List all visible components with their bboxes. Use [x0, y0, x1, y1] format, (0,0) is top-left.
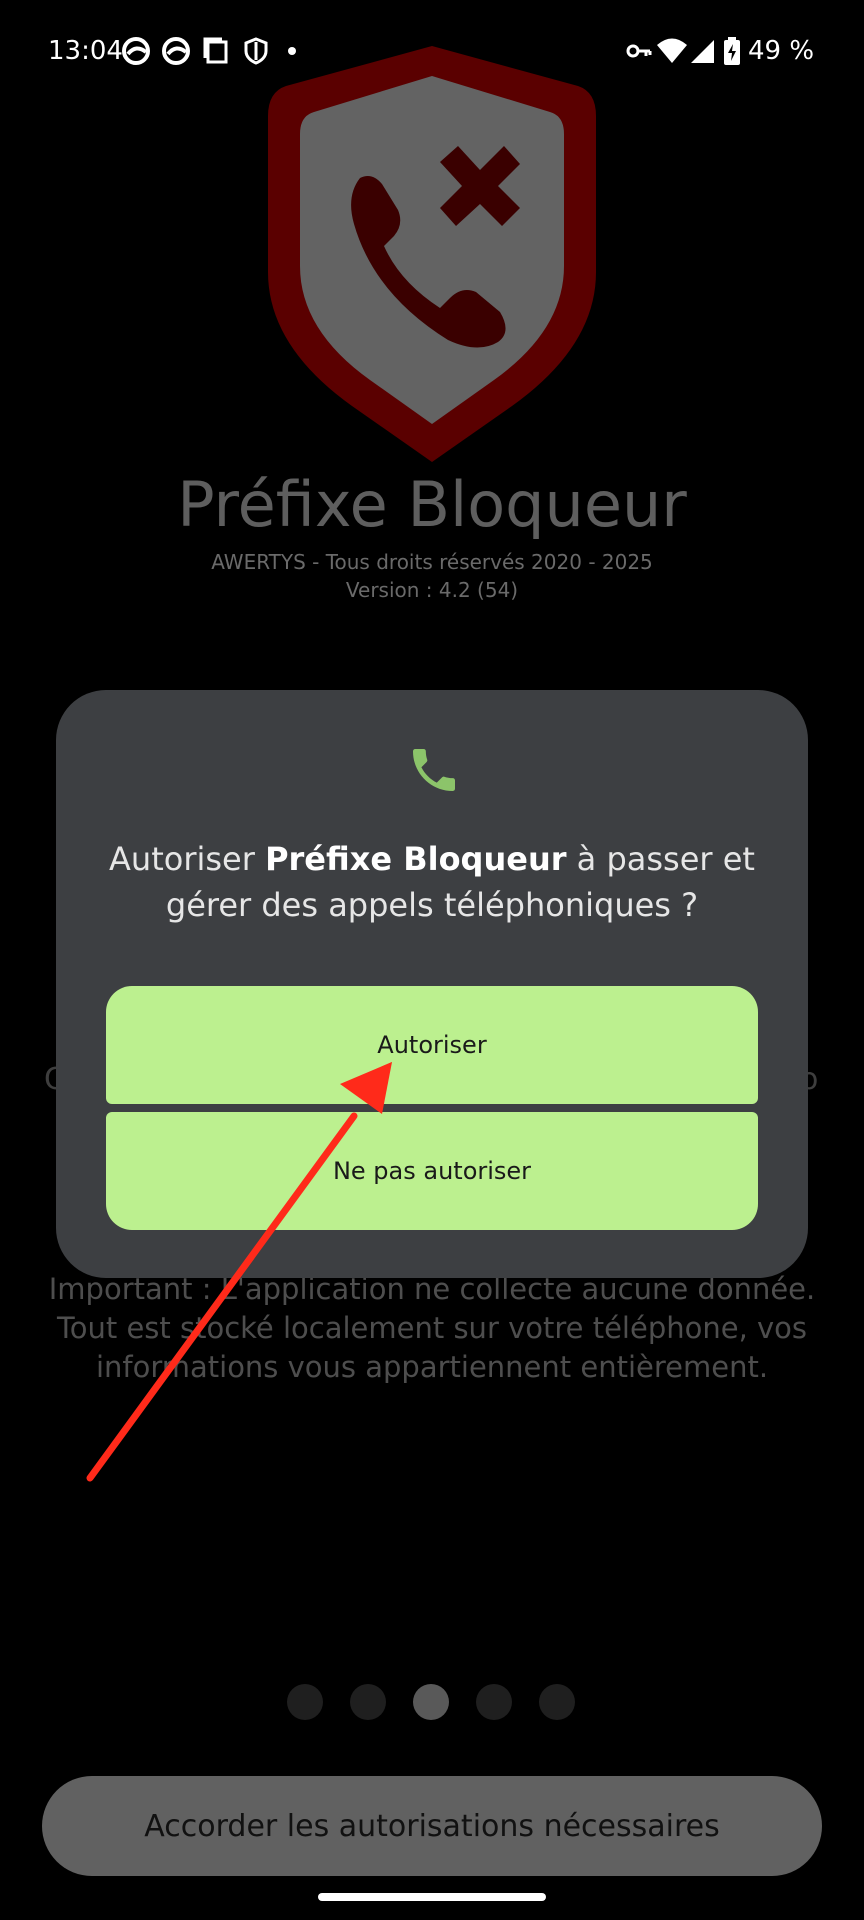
dialog-message: Autoriser Préfixe Bloqueur à passer et g… — [96, 836, 768, 928]
deny-button[interactable]: Ne pas autoriser — [106, 1112, 758, 1230]
edge-browser-icon — [122, 37, 150, 65]
permission-dialog: Autoriser Préfixe Bloqueur à passer et g… — [56, 690, 808, 1278]
privacy-notice: Important : L'application ne collecte au… — [48, 1272, 816, 1384]
pager-dot — [539, 1684, 575, 1720]
pager-dot-active — [413, 1684, 449, 1720]
battery-charging-icon — [724, 37, 740, 65]
cell-signal-icon — [691, 40, 714, 63]
pager-dot — [350, 1684, 386, 1720]
allow-button[interactable]: Autoriser — [106, 986, 758, 1104]
dialog-message-prefix: Autoriser — [109, 840, 266, 878]
app-title: Préfixe Bloqueur — [177, 468, 687, 541]
vpn-key-icon — [626, 44, 652, 58]
wifi-icon — [657, 38, 687, 63]
app-copyright: AWERTYS - Tous droits réservés 2020 - 20… — [211, 550, 653, 574]
pager-dot — [476, 1684, 512, 1720]
phone-icon — [413, 749, 455, 791]
edge-browser-icon — [162, 37, 190, 65]
screenshot-icon — [203, 37, 228, 64]
status-time: 13:04 — [48, 36, 123, 66]
grant-permissions-button[interactable]: Accorder les autorisations nécessaires — [42, 1776, 822, 1876]
dialog-app-name: Préfixe Bloqueur — [265, 840, 567, 878]
battery-percentage: 49 % — [748, 36, 815, 66]
app-version: Version : 4.2 (54) — [345, 578, 519, 602]
pager-dot — [287, 1684, 323, 1720]
app-logo-shield-icon — [268, 46, 596, 462]
gesture-nav-handle[interactable] — [318, 1893, 546, 1901]
